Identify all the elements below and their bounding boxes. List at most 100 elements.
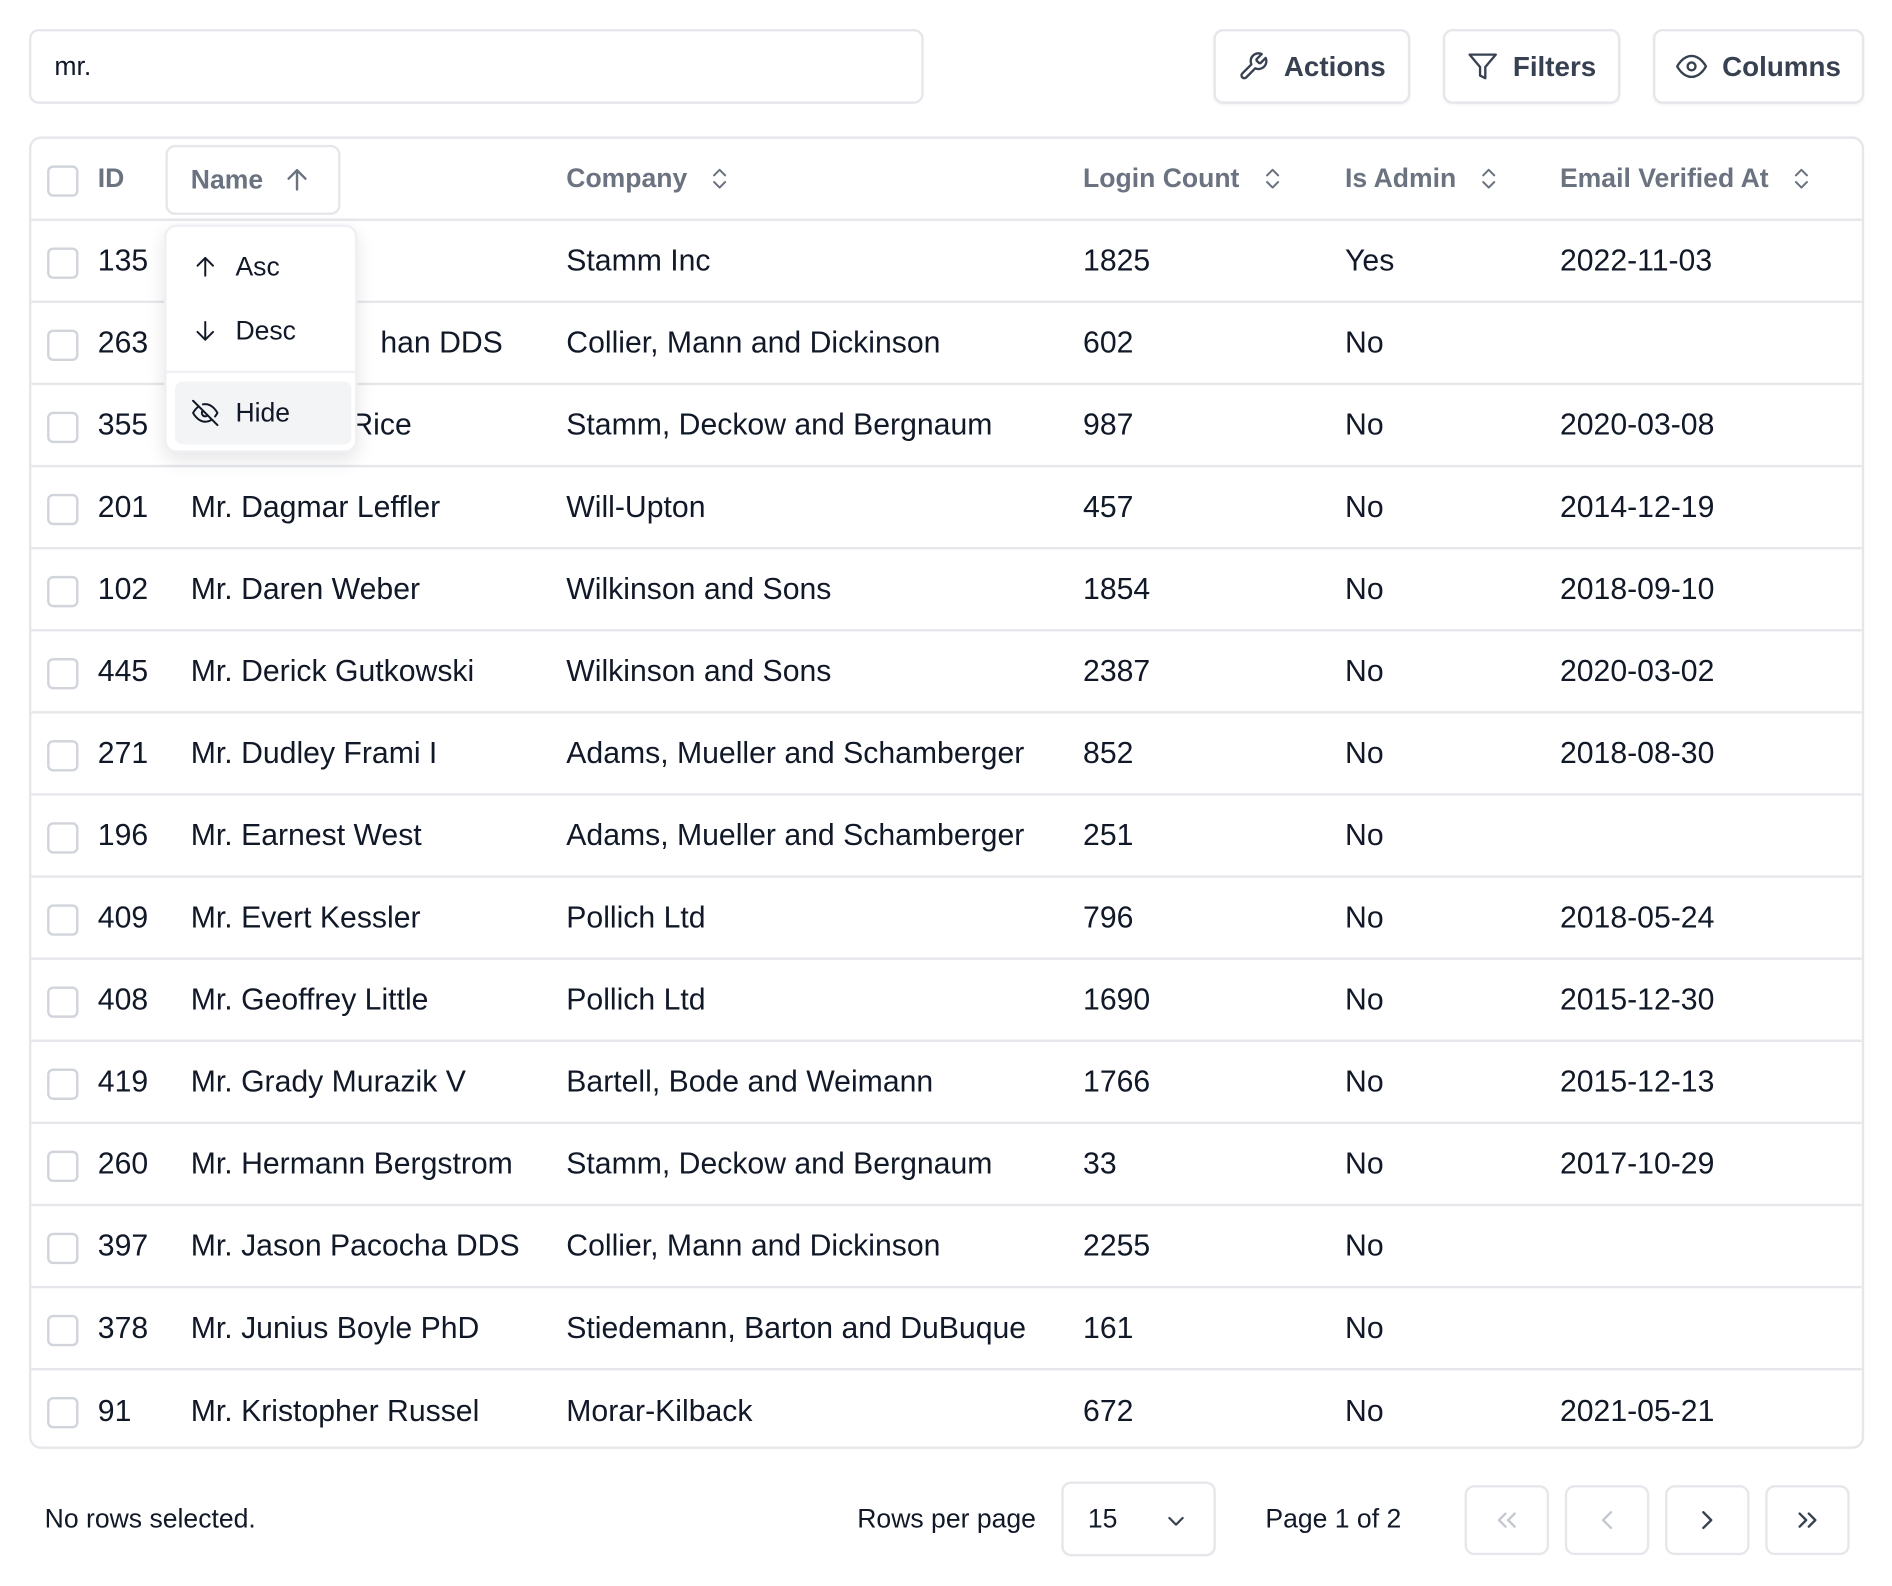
rows-per-page-select[interactable]: 15 bbox=[1061, 1481, 1216, 1557]
cell-id: 397 bbox=[97, 1228, 149, 1263]
cell-id: 409 bbox=[97, 900, 149, 934]
cell-company: Adams, Mueller and Schamberger bbox=[566, 818, 1025, 852]
cell-name: Mr. Derick Gutkowski bbox=[190, 653, 475, 688]
table-row[interactable]: 419 Mr. Grady Murazik V Bartell, Bode and … bbox=[31, 1042, 1862, 1125]
search-field[interactable] bbox=[28, 28, 924, 104]
actions-button[interactable]: Actions bbox=[1213, 28, 1411, 104]
row-checkbox[interactable] bbox=[47, 1314, 79, 1347]
page-indicator: Page 1 of 2 bbox=[1265, 1503, 1402, 1534]
table-footer: No rows selected. Rows per page 15 Page … bbox=[29, 1480, 1864, 1557]
columns-button-label: Columns bbox=[1722, 50, 1841, 82]
header-id: ID bbox=[97, 162, 125, 194]
row-checkbox[interactable] bbox=[47, 247, 79, 279]
table-row[interactable]: 408 Mr. Geoffrey Little Pollich Ltd 1690 No 2… bbox=[31, 960, 1862, 1042]
cell-name: Mr. Earnest West bbox=[190, 818, 422, 852]
table-row[interactable]: 91 Mr. Kristopher Russel Morar-Kilback 672 N… bbox=[31, 1370, 1861, 1446]
cell-login-count: 602 bbox=[1083, 325, 1134, 360]
header-company[interactable]: Company bbox=[566, 139, 731, 219]
search-input[interactable] bbox=[54, 50, 922, 83]
columns-button[interactable]: Columns bbox=[1652, 28, 1865, 104]
table-row[interactable]: 409 Mr. Evert Kessler Pollich Ltd 796 No 2018… bbox=[31, 878, 1862, 960]
cell-login-count: 987 bbox=[1083, 407, 1134, 442]
row-checkbox[interactable] bbox=[47, 575, 79, 608]
cell-is-admin: No bbox=[1345, 571, 1384, 606]
cell-id: 355 bbox=[97, 407, 149, 442]
sort-desc-label: Desc bbox=[235, 315, 296, 346]
row-checkbox[interactable] bbox=[47, 411, 79, 444]
row-checkbox[interactable] bbox=[47, 329, 79, 362]
row-checkbox[interactable] bbox=[47, 904, 79, 936]
table-header-row: ID Name Company Login Count Is Admin Ema… bbox=[31, 139, 1862, 221]
cell-login-count: 1825 bbox=[1083, 243, 1151, 278]
cell-email-verified-at: 2017-10-29 bbox=[1559, 1146, 1715, 1181]
cell-email-verified-at: 2021-05-21 bbox=[1559, 1393, 1715, 1428]
table-row[interactable]: 445 Mr. Derick Gutkowski Wilkinson and Son… bbox=[31, 631, 1862, 714]
filters-button[interactable]: Filters bbox=[1442, 28, 1621, 104]
cell-login-count: 1854 bbox=[1083, 571, 1151, 606]
cell-name: Mr. Junius Boyle PhD bbox=[190, 1310, 480, 1345]
table-row[interactable]: 271 Mr. Dudley Frami I Adams, Mueller and … bbox=[31, 714, 1862, 796]
sort-asc-menu-item[interactable]: Asc bbox=[175, 235, 351, 298]
cell-id: 271 bbox=[97, 735, 149, 770]
select-all-checkbox[interactable] bbox=[47, 165, 79, 197]
row-checkbox[interactable] bbox=[47, 493, 79, 526]
row-checkbox[interactable] bbox=[47, 986, 79, 1018]
table-row[interactable]: 201 Mr. Dagmar Leffler Will-Upton 457 No 2014… bbox=[31, 467, 1862, 550]
chevrons-left-icon bbox=[1497, 1512, 1516, 1528]
cell-id: 201 bbox=[97, 489, 149, 524]
chevron-left-icon bbox=[1601, 1511, 1613, 1530]
hide-column-menu-item[interactable]: Hide bbox=[175, 381, 352, 445]
cell-company: Will-Upton bbox=[566, 489, 706, 524]
sort-desc-menu-item[interactable]: Desc bbox=[175, 299, 351, 362]
row-checkbox[interactable] bbox=[47, 1396, 79, 1429]
first-page-button[interactable] bbox=[1464, 1485, 1550, 1556]
cell-is-admin: No bbox=[1345, 1064, 1384, 1099]
filters-button-label: Filters bbox=[1512, 50, 1597, 82]
row-checkbox[interactable] bbox=[47, 1150, 79, 1183]
sort-icon bbox=[1794, 168, 1808, 189]
table-row[interactable]: 196 Mr. Earnest West Adams, Mueller and Sc… bbox=[31, 796, 1862, 878]
rows-per-page-value: 15 bbox=[1087, 1503, 1118, 1534]
cell-name: Rice bbox=[351, 407, 412, 442]
sort-icon bbox=[1482, 168, 1496, 189]
cell-email-verified-at: 2015-12-30 bbox=[1559, 982, 1715, 1017]
row-checkbox[interactable] bbox=[47, 1232, 79, 1265]
cell-company: Stiedemann, Barton and DuBuque bbox=[566, 1310, 1027, 1345]
cell-login-count: 796 bbox=[1083, 900, 1134, 934]
next-page-button[interactable] bbox=[1665, 1485, 1750, 1556]
row-checkbox[interactable] bbox=[47, 658, 79, 690]
cell-name: Mr. Kristopher Russel bbox=[190, 1393, 480, 1428]
table-row[interactable]: 102 Mr. Daren Weber Wilkinson and Sons 1854… bbox=[31, 549, 1862, 632]
eye-icon bbox=[1676, 54, 1708, 79]
row-checkbox[interactable] bbox=[47, 740, 79, 772]
row-checkbox[interactable] bbox=[47, 1068, 79, 1100]
last-page-button[interactable] bbox=[1765, 1485, 1850, 1556]
previous-page-button[interactable] bbox=[1564, 1485, 1650, 1556]
cell-id: 102 bbox=[97, 571, 149, 606]
header-name-sort-button[interactable]: Name bbox=[165, 144, 341, 215]
cell-name: Mr. Geoffrey Little bbox=[190, 982, 429, 1017]
cell-login-count: 852 bbox=[1083, 735, 1134, 770]
cell-company: Stamm, Deckow and Bergnaum bbox=[566, 1146, 993, 1181]
cell-is-admin: Yes bbox=[1345, 243, 1395, 278]
row-checkbox[interactable] bbox=[47, 822, 79, 854]
table-row[interactable]: 260 Mr. Hermann Bergstrom Stamm, Deckow an… bbox=[31, 1124, 1862, 1207]
cell-is-admin: No bbox=[1345, 1393, 1384, 1428]
header-email-verified-at[interactable]: Email Verified At bbox=[1560, 139, 1812, 219]
cell-login-count: 2387 bbox=[1083, 653, 1151, 688]
cell-name: han DDS bbox=[380, 325, 503, 360]
header-is-admin[interactable]: Is Admin bbox=[1345, 139, 1500, 219]
cell-login-count: 251 bbox=[1083, 818, 1134, 852]
selection-status: No rows selected. bbox=[44, 1503, 256, 1534]
table-row[interactable]: 378 Mr. Junius Boyle PhD Stiedemann, Barto… bbox=[31, 1288, 1862, 1371]
cell-email-verified-at: 2020-03-02 bbox=[1559, 653, 1715, 688]
chevron-right-icon bbox=[1702, 1511, 1713, 1530]
toolbar: Actions Filters Columns bbox=[28, 28, 1865, 104]
eye-off-icon bbox=[192, 399, 219, 427]
table-row[interactable]: 397 Mr. Jason Pacocha DDS Collier, Mann an… bbox=[31, 1206, 1862, 1289]
rows-per-page-label: Rows per page bbox=[857, 1503, 1036, 1534]
cell-id: 419 bbox=[97, 1064, 149, 1099]
cell-company: Bartell, Bode and Weimann bbox=[566, 1064, 934, 1099]
header-login-count[interactable]: Login Count bbox=[1083, 139, 1283, 219]
cell-name: Mr. Daren Weber bbox=[190, 571, 421, 606]
